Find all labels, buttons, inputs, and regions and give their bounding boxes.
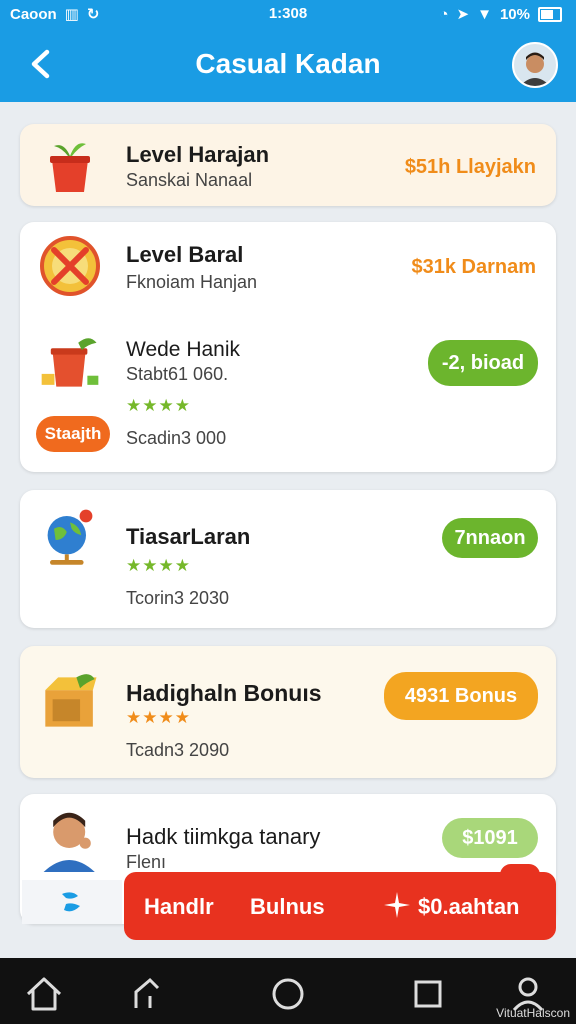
rating-stars: ★★★★ bbox=[126, 396, 191, 415]
clock: 1:308 bbox=[268, 5, 308, 22]
bonus-button[interactable]: 4931 Bonus bbox=[384, 672, 538, 720]
watermark: VituatHalscon bbox=[496, 1006, 570, 1020]
card-subtitle: Flenı bbox=[126, 852, 167, 872]
app-logo-icon bbox=[62, 892, 80, 912]
battery-icon bbox=[538, 6, 562, 22]
alarm-icon: ◔ bbox=[439, 5, 449, 23]
action-handlr[interactable]: Handlr bbox=[144, 894, 214, 920]
card-subtitle: Sanskai Nanaal bbox=[126, 170, 253, 190]
user-avatar-icon bbox=[520, 52, 550, 86]
sparkle-icon bbox=[384, 892, 410, 918]
status-bar: Caoon ▥ ↻ 1:308 ◔ ➤ ▼ 10% bbox=[0, 0, 576, 28]
level-card-3[interactable]: TiasarLaran ★★★★ Tcorin3 2030 7nnaon bbox=[20, 490, 556, 628]
sub-item-title: Wede Hanik bbox=[126, 338, 241, 361]
card-meta: Tcadn3 2090 bbox=[126, 740, 230, 760]
rating-stars: ★★★★ bbox=[126, 556, 191, 575]
action-bonus[interactable]: Bulnus bbox=[250, 894, 325, 920]
action-balance[interactable]: $0.aahtan bbox=[418, 894, 520, 920]
wheel-no-icon bbox=[40, 236, 100, 296]
level-card-1[interactable]: Level Harajan Sanskai Nanaal $51h Llayja… bbox=[20, 124, 556, 206]
circle-home-icon[interactable] bbox=[268, 974, 308, 1014]
avatar[interactable] bbox=[512, 42, 558, 88]
card-title: TiasarLaran bbox=[126, 524, 251, 549]
location-icon: ➤ bbox=[456, 6, 470, 23]
wifi-icon: ▼ bbox=[477, 5, 492, 23]
recent-apps-icon[interactable] bbox=[408, 974, 448, 1014]
plant-bucket-icon bbox=[50, 143, 90, 192]
claim-button[interactable]: -2, bioad bbox=[428, 340, 538, 386]
rating-stars: ★★★★ bbox=[126, 708, 191, 727]
card-title: Hadighaln Bonuıs bbox=[126, 680, 322, 706]
claim-button[interactable]: 7nnaon bbox=[442, 518, 538, 558]
sub-item-meta: Scadin3 000 bbox=[126, 428, 227, 448]
status-tag[interactable]: Staajth bbox=[36, 416, 110, 452]
page-title: Casual Kadan bbox=[195, 48, 381, 79]
reward-button[interactable]: $1091 bbox=[442, 818, 538, 858]
app-header: Casual Kadan bbox=[0, 28, 576, 102]
bottom-action-bar: Handlr Bulnus $0.aahtan bbox=[124, 872, 556, 940]
treasure-box-icon bbox=[45, 674, 97, 727]
back-nav-icon[interactable] bbox=[128, 974, 168, 1014]
battery-percent: 10% bbox=[499, 5, 530, 23]
card-prize: $51h Llayjakn bbox=[404, 156, 536, 178]
card-prize: $31k Darnam bbox=[411, 256, 536, 278]
card-subtitle: Fknoiam Hanjan bbox=[126, 272, 258, 292]
card-title: Level Baral bbox=[126, 242, 244, 267]
card-title: Level Harajan bbox=[126, 142, 270, 167]
bottom-left-button[interactable] bbox=[22, 880, 122, 924]
bonus-card[interactable]: Hadighaln Bonuıs ★★★★ Tcadn3 2090 4931 B… bbox=[20, 646, 556, 778]
level-card-2[interactable]: Level Baral Fknoiam Hanjan $31k Darnam W… bbox=[20, 222, 556, 472]
card-title: Hadk tiimkga tanary bbox=[126, 824, 321, 849]
card-meta: Tcorin3 2030 bbox=[126, 588, 230, 608]
globe-icon bbox=[47, 509, 93, 565]
sub-item-subtitle: Stabt61 060. bbox=[126, 364, 229, 384]
system-nav-bar bbox=[0, 958, 576, 1024]
person-icon bbox=[43, 812, 95, 872]
home-icon[interactable] bbox=[24, 974, 64, 1014]
fruit-basket-icon bbox=[41, 338, 99, 387]
